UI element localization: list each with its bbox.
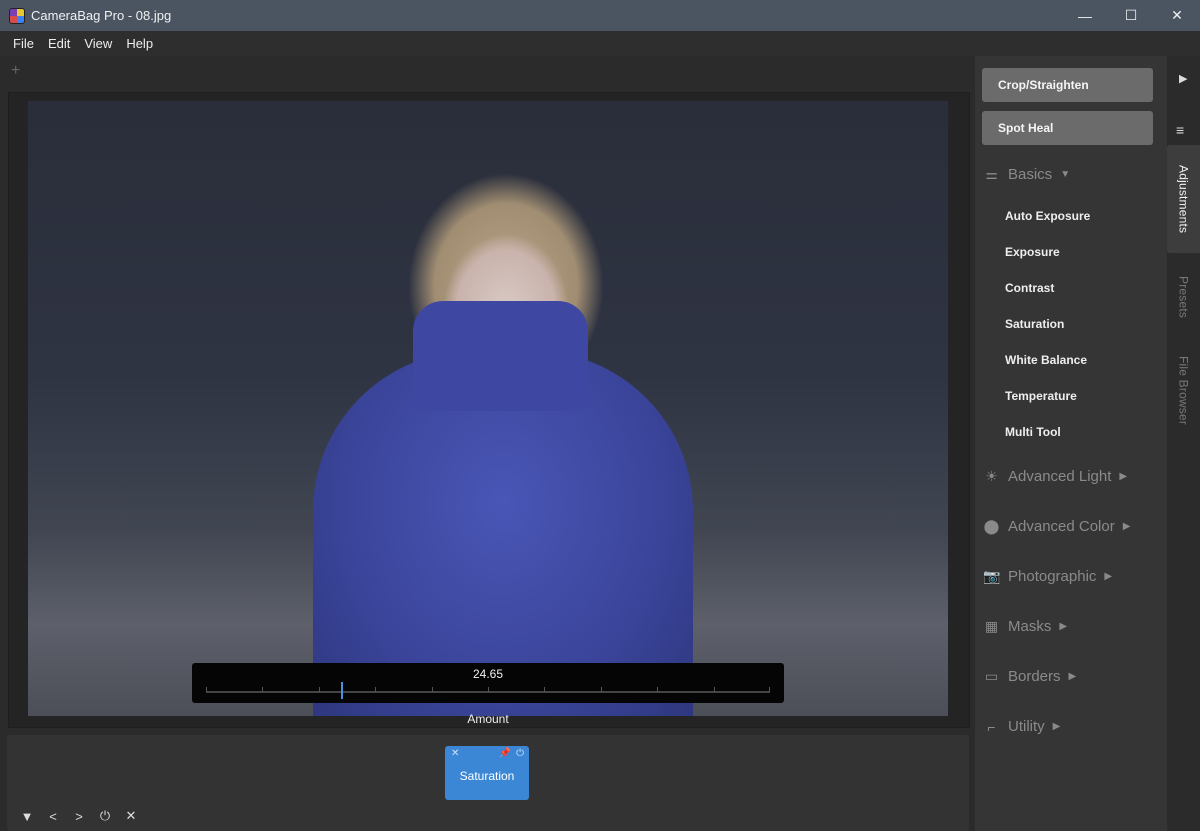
next-icon[interactable]: > bbox=[66, 806, 92, 826]
app-icon bbox=[9, 7, 25, 24]
slider-tick bbox=[657, 687, 658, 692]
border-icon: ▭ bbox=[984, 668, 999, 684]
basics-item-temperature[interactable]: Temperature bbox=[1005, 389, 1077, 403]
menu-edit[interactable]: Edit bbox=[41, 36, 77, 51]
basics-item-multi-tool[interactable]: Multi Tool bbox=[1005, 425, 1061, 439]
photo-subject-collar bbox=[413, 301, 588, 411]
slider-tick bbox=[544, 687, 545, 692]
basics-item-auto-exposure[interactable]: Auto Exposure bbox=[1005, 209, 1090, 223]
slider-tick bbox=[206, 687, 207, 692]
slider-handle[interactable] bbox=[341, 682, 344, 699]
chip-power-icon[interactable]: ⏻ bbox=[516, 748, 524, 759]
tab-adjustments-label: Adjustments bbox=[1176, 164, 1191, 234]
section-label: Masks bbox=[1008, 618, 1052, 635]
power-icon[interactable]: ⏻ bbox=[92, 806, 118, 826]
chevron-right-icon: ▶ bbox=[1068, 671, 1077, 682]
slider-value: 24.65 bbox=[472, 667, 504, 681]
sliders-icon: ⚌ bbox=[985, 166, 998, 182]
add-tab-button[interactable]: + bbox=[11, 62, 20, 80]
basics-item-exposure[interactable]: Exposure bbox=[1005, 245, 1060, 259]
adjustment-chip-saturation[interactable]: ✕ 📌 ⏻ Saturation bbox=[445, 746, 529, 800]
tab-file-browser-label: File Browser bbox=[1176, 356, 1191, 426]
amount-slider[interactable]: 24.65 bbox=[192, 663, 784, 703]
slider-tick bbox=[262, 687, 263, 692]
tab-presets[interactable]: Presets bbox=[1167, 261, 1200, 333]
menu-view[interactable]: View bbox=[77, 36, 119, 51]
slider-tick bbox=[601, 687, 602, 692]
section-label: Utility bbox=[1008, 718, 1045, 735]
section-label: Advanced Light bbox=[1008, 468, 1112, 485]
window-controls: — ☐ ✕ bbox=[1062, 0, 1200, 31]
menu-bar: File Edit View Help bbox=[0, 31, 1200, 56]
chevron-down-icon: ▼ bbox=[1060, 169, 1071, 180]
chevron-right-icon: ▶ bbox=[1059, 621, 1068, 632]
chevron-right-icon: ▶ bbox=[1104, 571, 1113, 582]
menu-file[interactable]: File bbox=[6, 36, 41, 51]
play-icon[interactable]: ▶ bbox=[1179, 72, 1187, 85]
spot-heal-button[interactable]: Spot Heal bbox=[982, 111, 1153, 145]
chip-pin-icon[interactable]: 📌 bbox=[499, 748, 511, 759]
section-utility[interactable]: ⌐ Utility ▶ bbox=[983, 718, 1060, 735]
tab-presets-label: Presets bbox=[1176, 275, 1191, 319]
section-basics[interactable]: ⚌ Basics ▼ bbox=[983, 166, 1070, 183]
slider-tick bbox=[375, 687, 376, 692]
chevron-right-icon: ▶ bbox=[1119, 471, 1128, 482]
canvas-toolbar: + bbox=[0, 56, 975, 86]
window-title: CameraBag Pro - 08.jpg bbox=[31, 8, 172, 23]
slider-label: Amount bbox=[467, 712, 509, 726]
previous-icon[interactable]: < bbox=[40, 806, 66, 826]
chip-close-icon[interactable]: ✕ bbox=[451, 748, 459, 759]
section-masks[interactable]: ▦ Masks ▶ bbox=[983, 618, 1067, 635]
adjustments-panel: Crop/Straighten Spot Heal ⚌ Basics ▼ Aut… bbox=[975, 56, 1167, 831]
collapse-icon[interactable]: ▼ bbox=[14, 806, 40, 826]
basics-item-white-balance[interactable]: White Balance bbox=[1005, 353, 1087, 367]
section-label: Photographic bbox=[1008, 568, 1097, 585]
section-advanced-light[interactable]: ☀ Advanced Light ▶ bbox=[983, 468, 1127, 485]
menu-help[interactable]: Help bbox=[119, 36, 160, 51]
panel-tab-strip: ▶ ≡ Adjustments Presets File Browser bbox=[1167, 56, 1200, 831]
sun-icon: ☀ bbox=[985, 468, 998, 484]
checker-icon: ▦ bbox=[984, 618, 999, 634]
crop-straighten-button[interactable]: Crop/Straighten bbox=[982, 68, 1153, 102]
maximize-button[interactable]: ☐ bbox=[1108, 0, 1154, 31]
section-label: Advanced Color bbox=[1008, 518, 1115, 535]
chip-label: Saturation bbox=[459, 769, 515, 783]
basics-item-contrast[interactable]: Contrast bbox=[1005, 281, 1054, 295]
slider-tick bbox=[432, 687, 433, 692]
hamburger-menu-icon[interactable]: ≡ bbox=[1176, 122, 1184, 138]
section-borders[interactable]: ▭ Borders ▶ bbox=[983, 668, 1076, 685]
title-bar: CameraBag Pro - 08.jpg — ☐ ✕ bbox=[0, 0, 1200, 31]
tab-adjustments[interactable]: Adjustments bbox=[1167, 145, 1200, 253]
tab-file-browser[interactable]: File Browser bbox=[1167, 341, 1200, 441]
section-basics-label: Basics bbox=[1008, 166, 1053, 183]
section-advanced-color[interactable]: ⬤ Advanced Color ▶ bbox=[983, 518, 1131, 535]
slider-tick bbox=[714, 687, 715, 692]
slider-tick bbox=[319, 687, 320, 692]
section-photographic[interactable]: 📷 Photographic ▶ bbox=[983, 568, 1112, 585]
camera-icon: 📷 bbox=[983, 568, 1001, 584]
slider-tick bbox=[769, 687, 770, 692]
basics-item-saturation[interactable]: Saturation bbox=[1005, 317, 1064, 331]
chevron-right-icon: ▶ bbox=[1052, 721, 1061, 732]
close-button[interactable]: ✕ bbox=[1154, 0, 1200, 31]
chevron-right-icon: ▶ bbox=[1122, 521, 1131, 532]
section-label: Borders bbox=[1008, 668, 1061, 685]
bottom-controls: ▼ < > ⏻ ✕ bbox=[14, 806, 144, 826]
photo-canvas[interactable] bbox=[28, 101, 948, 716]
utility-icon: ⌐ bbox=[987, 718, 996, 735]
minimize-button[interactable]: — bbox=[1062, 0, 1108, 31]
slider-tick bbox=[488, 687, 489, 692]
clear-icon[interactable]: ✕ bbox=[118, 806, 144, 826]
color-circles-icon: ⬤ bbox=[983, 518, 1000, 534]
